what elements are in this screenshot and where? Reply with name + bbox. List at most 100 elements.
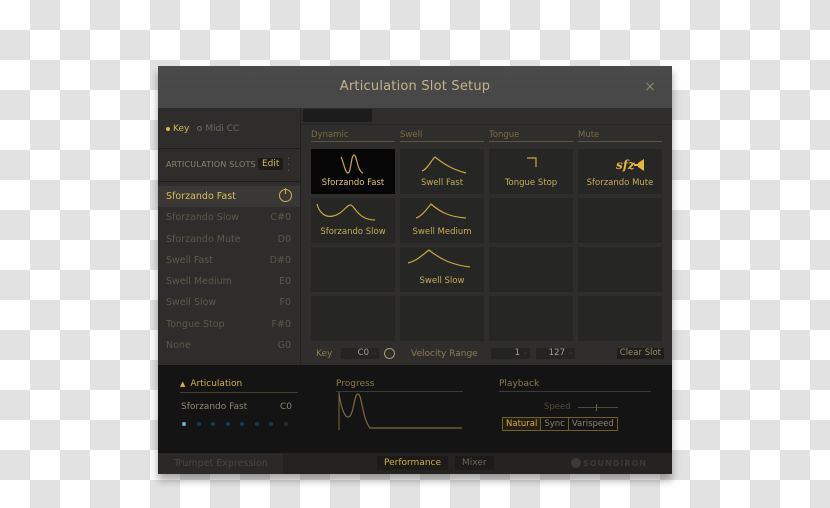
articulation-cell[interactable]: Swell Medium bbox=[400, 198, 484, 243]
empty-cell[interactable] bbox=[489, 198, 573, 243]
slot-key: F0 bbox=[279, 297, 291, 309]
midi-learn-icon[interactable] bbox=[384, 348, 395, 359]
slot-dot[interactable] bbox=[254, 422, 259, 426]
radio-unselected-icon bbox=[197, 126, 203, 131]
slot-dot[interactable] bbox=[211, 422, 215, 426]
playback-mode-selector: Natural Sync Varispeed bbox=[502, 417, 618, 431]
slot-item[interactable]: None G0 bbox=[158, 335, 300, 356]
articulation-section-toggle[interactable]: Articulation bbox=[180, 379, 242, 389]
slot-name: Swell Slow bbox=[166, 297, 217, 309]
clear-slot-button[interactable]: Clear Slot bbox=[616, 348, 664, 359]
speed-label: Speed bbox=[544, 402, 571, 412]
category-header: Swell bbox=[400, 130, 484, 142]
slot-item[interactable]: Tongue Stop F#0 bbox=[158, 314, 300, 335]
soundiron-logo-icon bbox=[570, 458, 581, 468]
slot-controls: Key C0 Velocity Range 1 127 Clear Slot bbox=[301, 346, 672, 362]
slot-name: Sforzando Fast bbox=[166, 191, 236, 202]
mode-midicc-radio[interactable]: Midi CC bbox=[197, 124, 239, 134]
slot-name: Swell Fast bbox=[166, 254, 214, 266]
articulation-cell[interactable]: Sforzando Fast bbox=[311, 149, 395, 194]
articulation-label: Sforzando Slow bbox=[320, 227, 386, 237]
empty-cell[interactable] bbox=[489, 247, 573, 292]
progress-curve bbox=[338, 392, 462, 430]
radio-selected-icon bbox=[166, 126, 170, 131]
velocity-min-field[interactable]: 1 bbox=[491, 348, 530, 359]
articulation-label: Sforzando Fast bbox=[321, 178, 385, 188]
dialog-title: Articulation Slot Setup bbox=[339, 79, 491, 94]
empty-cell[interactable] bbox=[400, 296, 484, 341]
playback-mode-sync[interactable]: Sync bbox=[540, 418, 568, 430]
tab-mixer[interactable]: Mixer bbox=[455, 456, 494, 470]
slot-key: D0 bbox=[277, 233, 291, 245]
speed-slider[interactable] bbox=[578, 404, 618, 411]
empty-cell[interactable] bbox=[489, 296, 573, 341]
articulation-browser: Dynamic Swell Tongue Mute Sforzando Fast Swe… bbox=[301, 108, 672, 365]
slot-dot[interactable] bbox=[283, 422, 288, 426]
articulation-label: Swell Fast bbox=[420, 178, 464, 188]
articulation-slot-setup-dialog: Articulation Slot Setup × Key Midi CC AR… bbox=[158, 66, 672, 474]
key-field[interactable]: C0 bbox=[341, 348, 379, 359]
empty-cell[interactable] bbox=[578, 296, 662, 341]
slot-dot[interactable] bbox=[182, 422, 186, 426]
slot-list: Sforzando Fast Sforzando Slow C#0 Sforzando… bbox=[158, 186, 300, 356]
articulation-label: Swell Slow bbox=[419, 276, 465, 286]
playback-label: Playback bbox=[499, 379, 540, 389]
empty-cell[interactable] bbox=[311, 247, 395, 292]
performance-panel: Articulation Sforzando Fast C0 Progress … bbox=[158, 365, 672, 453]
articulation-cell[interactable]: Sforzando Slow bbox=[311, 198, 395, 243]
empty-cell[interactable] bbox=[311, 296, 395, 341]
category-header: Mute bbox=[578, 130, 662, 142]
footer-bar: Trumpet Expression Performance Mixer SOU… bbox=[158, 453, 672, 474]
slot-item[interactable]: Swell Medium E0 bbox=[158, 271, 300, 292]
close-icon[interactable]: × bbox=[644, 66, 656, 108]
slot-dot[interactable] bbox=[240, 422, 244, 426]
tab-performance[interactable]: Performance bbox=[377, 456, 449, 470]
title-bar: Articulation Slot Setup × bbox=[158, 66, 672, 108]
slots-panel: Key Midi CC ARTICULATION SLOTS Edit · · · … bbox=[158, 108, 301, 365]
current-articulation-name: Sforzando Fast bbox=[181, 402, 248, 412]
slot-key: E0 bbox=[278, 276, 291, 288]
category-header: Tongue bbox=[489, 130, 573, 142]
slot-item[interactable]: Swell Fast D#0 bbox=[158, 250, 300, 271]
articulation-label: Sforzando Mute bbox=[586, 178, 654, 188]
articulation-cell[interactable]: Swell Fast bbox=[400, 149, 484, 194]
search-input[interactable] bbox=[303, 109, 372, 122]
divider bbox=[499, 391, 651, 392]
empty-cell[interactable] bbox=[578, 198, 662, 243]
slot-item[interactable]: Sforzando Slow C#0 bbox=[158, 207, 300, 228]
playback-mode-varispeed[interactable]: Varispeed bbox=[567, 418, 617, 430]
articulation-cell[interactable]: sfz Sforzando Mute bbox=[578, 149, 662, 194]
slot-dot[interactable] bbox=[196, 422, 201, 426]
slot-name: None bbox=[166, 340, 191, 352]
slot-indicator-dots bbox=[182, 422, 288, 426]
velocity-max-field[interactable]: 127 bbox=[536, 348, 575, 359]
slot-dot[interactable] bbox=[225, 422, 230, 426]
category-headers: Dynamic Swell Tongue Mute bbox=[311, 130, 667, 142]
slot-item[interactable]: Sforzando Mute D0 bbox=[158, 229, 300, 250]
slot-key: G0 bbox=[277, 340, 291, 352]
mode-key-label: Key bbox=[173, 124, 190, 134]
slot-key: C#0 bbox=[270, 212, 291, 224]
slot-name: Sforzando Slow bbox=[166, 212, 240, 224]
articulation-cell[interactable]: Tongue Stop bbox=[489, 149, 573, 194]
trigger-mode-selector: Key Midi CC bbox=[166, 124, 239, 134]
instrument-name: Trumpet Expression bbox=[158, 453, 283, 474]
power-icon[interactable] bbox=[279, 188, 292, 202]
more-options-icon[interactable]: · · · bbox=[287, 155, 290, 177]
divider bbox=[180, 392, 298, 393]
slot-dot[interactable] bbox=[269, 422, 273, 426]
articulation-cell[interactable]: Swell Slow bbox=[400, 247, 484, 292]
current-articulation-key: C0 bbox=[280, 402, 293, 412]
slot-item[interactable]: Swell Slow F0 bbox=[158, 292, 300, 313]
edit-button[interactable]: Edit bbox=[258, 158, 284, 170]
articulation-slots-header: ARTICULATION SLOTS bbox=[166, 160, 256, 169]
empty-cell[interactable] bbox=[578, 247, 662, 292]
mode-midicc-label: Midi CC bbox=[205, 124, 240, 134]
playback-mode-natural[interactable]: Natural bbox=[503, 418, 541, 430]
mode-key-radio[interactable]: Key bbox=[166, 124, 189, 134]
divider bbox=[158, 181, 300, 182]
slot-key: F#0 bbox=[271, 318, 291, 330]
category-header: Dynamic bbox=[311, 130, 395, 142]
slot-item[interactable]: Sforzando Fast bbox=[158, 186, 300, 208]
key-label: Key bbox=[316, 349, 333, 359]
